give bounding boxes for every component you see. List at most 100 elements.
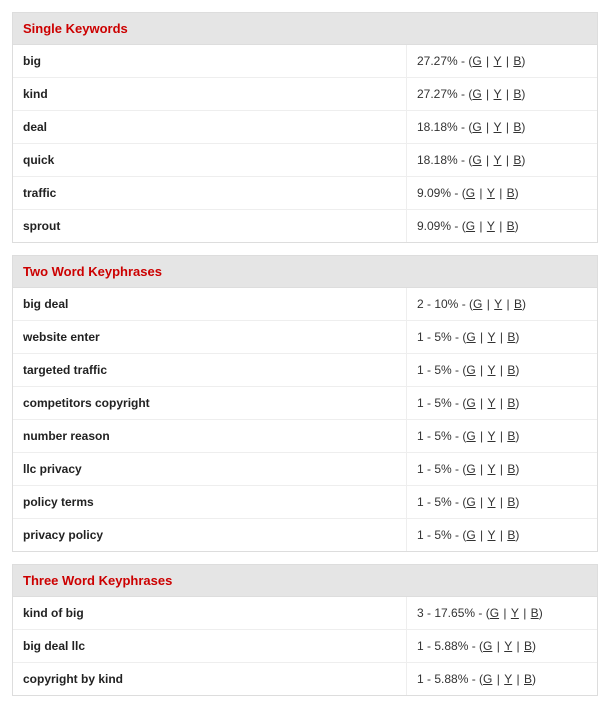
- pipe-separator: |: [476, 528, 488, 542]
- search-link-g[interactable]: G: [466, 219, 475, 233]
- table-row: website enter1 - 5% - (G | Y | B): [13, 321, 597, 354]
- search-link-b[interactable]: B: [507, 219, 515, 233]
- stat-value: 1 - 5%: [417, 396, 452, 410]
- search-link-g[interactable]: G: [483, 639, 492, 653]
- pipe-separator: |: [476, 462, 488, 476]
- stat-value: 1 - 5.88%: [417, 672, 468, 686]
- keyword-section: Three Word Keyphraseskind of big3 - 17.6…: [12, 564, 598, 696]
- search-link-g[interactable]: G: [483, 672, 492, 686]
- search-link-y[interactable]: Y: [504, 639, 512, 653]
- search-link-y[interactable]: Y: [488, 429, 496, 443]
- paren-close: ): [539, 606, 543, 620]
- table-row: big deal llc1 - 5.88% - (G | Y | B): [13, 630, 597, 663]
- stat-value: 1 - 5%: [417, 363, 452, 377]
- search-link-y[interactable]: Y: [488, 363, 496, 377]
- stats-cell: 9.09% - (G | Y | B): [407, 177, 597, 209]
- pipe-separator: |: [492, 672, 504, 686]
- table-row: kind27.27% - (G | Y | B): [13, 78, 597, 111]
- pipe-separator: |: [496, 528, 508, 542]
- pipe-separator: |: [482, 54, 494, 68]
- pipe-separator: |: [502, 297, 514, 311]
- paren-close: ): [522, 297, 526, 311]
- search-link-y[interactable]: Y: [494, 297, 502, 311]
- search-link-g[interactable]: G: [466, 330, 475, 344]
- separator: -: [452, 363, 463, 377]
- search-link-y[interactable]: Y: [494, 120, 502, 134]
- search-link-g[interactable]: G: [466, 186, 475, 200]
- pipe-separator: |: [499, 606, 511, 620]
- search-link-y[interactable]: Y: [488, 396, 496, 410]
- search-link-g[interactable]: G: [473, 297, 482, 311]
- stats-cell: 1 - 5% - (G | Y | B): [407, 453, 597, 485]
- pipe-separator: |: [495, 186, 507, 200]
- separator: -: [452, 528, 463, 542]
- search-link-b[interactable]: B: [514, 297, 522, 311]
- search-link-y[interactable]: Y: [504, 672, 512, 686]
- table-row: big27.27% - (G | Y | B): [13, 45, 597, 78]
- pipe-separator: |: [496, 429, 508, 443]
- search-link-b[interactable]: B: [524, 639, 532, 653]
- keyword-cell: big deal llc: [13, 630, 407, 662]
- stat-value: 1 - 5%: [417, 495, 452, 509]
- pipe-separator: |: [492, 639, 504, 653]
- separator: -: [452, 396, 463, 410]
- pipe-separator: |: [512, 672, 524, 686]
- paren-close: ): [515, 528, 519, 542]
- paren-close: ): [515, 186, 519, 200]
- table-row: copyright by kind1 - 5.88% - (G | Y | B): [13, 663, 597, 695]
- pipe-separator: |: [502, 120, 514, 134]
- search-link-y[interactable]: Y: [487, 219, 495, 233]
- stat-value: 1 - 5%: [417, 528, 452, 542]
- pipe-separator: |: [519, 606, 531, 620]
- search-link-g[interactable]: G: [490, 606, 499, 620]
- keyword-cell: competitors copyright: [13, 387, 407, 419]
- search-link-g[interactable]: G: [466, 429, 475, 443]
- search-link-g[interactable]: G: [472, 54, 481, 68]
- search-link-y[interactable]: Y: [494, 87, 502, 101]
- pipe-separator: |: [495, 219, 507, 233]
- stats-cell: 2 - 10% - (G | Y | B): [407, 288, 597, 320]
- search-link-y[interactable]: Y: [494, 54, 502, 68]
- table-row: deal18.18% - (G | Y | B): [13, 111, 597, 144]
- paren-close: ): [515, 396, 519, 410]
- table-row: traffic9.09% - (G | Y | B): [13, 177, 597, 210]
- stat-value: 9.09%: [417, 186, 451, 200]
- search-link-g[interactable]: G: [472, 87, 481, 101]
- paren-close: ): [521, 120, 525, 134]
- search-link-y[interactable]: Y: [488, 330, 496, 344]
- paren-close: ): [515, 495, 519, 509]
- search-link-y[interactable]: Y: [488, 495, 496, 509]
- search-link-g[interactable]: G: [466, 363, 475, 377]
- separator: -: [475, 606, 486, 620]
- search-link-y[interactable]: Y: [511, 606, 519, 620]
- search-link-y[interactable]: Y: [487, 186, 495, 200]
- search-link-y[interactable]: Y: [488, 528, 496, 542]
- search-link-g[interactable]: G: [472, 120, 481, 134]
- stats-cell: 18.18% - (G | Y | B): [407, 144, 597, 176]
- search-link-y[interactable]: Y: [488, 462, 496, 476]
- pipe-separator: |: [476, 396, 488, 410]
- search-link-g[interactable]: G: [472, 153, 481, 167]
- pipe-separator: |: [496, 396, 508, 410]
- stats-cell: 18.18% - (G | Y | B): [407, 111, 597, 143]
- table-row: privacy policy1 - 5% - (G | Y | B): [13, 519, 597, 551]
- search-link-b[interactable]: B: [507, 186, 515, 200]
- search-link-b[interactable]: B: [524, 672, 532, 686]
- paren-close: ): [521, 153, 525, 167]
- search-link-b[interactable]: B: [531, 606, 539, 620]
- stat-value: 9.09%: [417, 219, 451, 233]
- search-link-g[interactable]: G: [466, 528, 475, 542]
- section-header: Single Keywords: [13, 13, 597, 45]
- separator: -: [452, 495, 463, 509]
- pipe-separator: |: [502, 54, 514, 68]
- stats-cell: 3 - 17.65% - (G | Y | B): [407, 597, 597, 629]
- search-link-g[interactable]: G: [466, 396, 475, 410]
- stat-value: 1 - 5%: [417, 429, 452, 443]
- paren-close: ): [515, 363, 519, 377]
- paren-close: ): [515, 330, 519, 344]
- table-row: big deal2 - 10% - (G | Y | B): [13, 288, 597, 321]
- search-link-g[interactable]: G: [466, 495, 475, 509]
- keyword-cell: website enter: [13, 321, 407, 353]
- search-link-y[interactable]: Y: [494, 153, 502, 167]
- search-link-g[interactable]: G: [466, 462, 475, 476]
